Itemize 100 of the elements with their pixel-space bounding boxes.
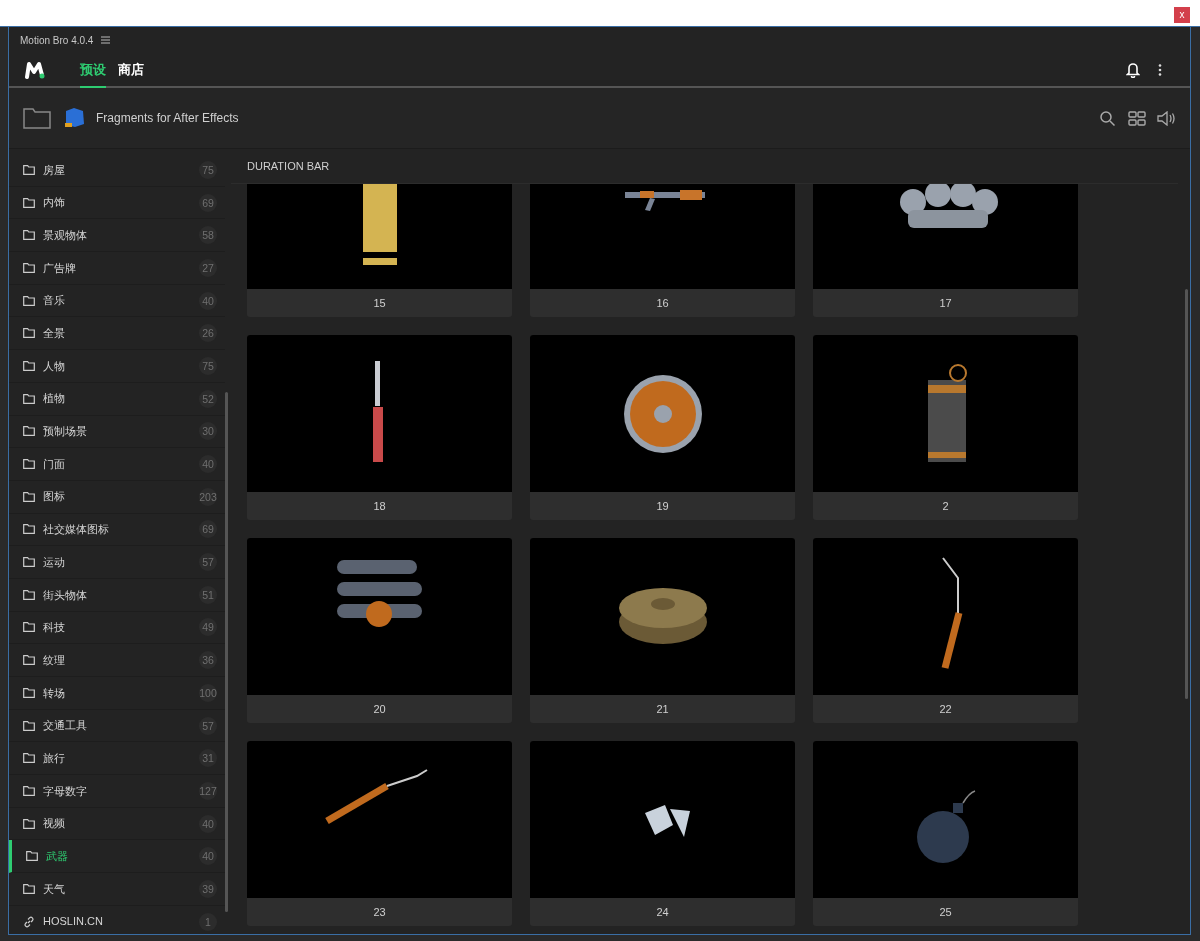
scrollbar[interactable] bbox=[1185, 289, 1188, 699]
count-badge: 31 bbox=[199, 749, 217, 768]
item-label: 字母数字 bbox=[43, 783, 87, 799]
sidebar-item[interactable]: 广告牌 27 bbox=[9, 252, 225, 285]
folder-icon bbox=[23, 785, 35, 796]
sidebar-item[interactable]: 街头物体 51 bbox=[9, 578, 225, 612]
item-label: 房屋 bbox=[43, 162, 65, 178]
sidebar-item[interactable]: 预制场景 30 bbox=[9, 415, 225, 449]
more-icon[interactable] bbox=[1158, 63, 1162, 76]
item-label: 转场 bbox=[43, 685, 65, 701]
sidebar-item[interactable]: 社交媒体图标 69 bbox=[9, 513, 225, 547]
link-icon bbox=[23, 915, 35, 928]
preset-card[interactable]: 24 bbox=[530, 741, 795, 926]
card-label: 21 bbox=[655, 702, 670, 717]
folder-icon bbox=[23, 426, 35, 437]
card-label: 16 bbox=[655, 296, 670, 311]
folder-icon bbox=[23, 295, 35, 306]
preset-card[interactable]: 16 bbox=[530, 184, 795, 317]
sidebar-item[interactable]: 纹理 36 bbox=[9, 644, 225, 677]
sidebar-item[interactable]: 字母数字 127 bbox=[9, 775, 225, 808]
sidebar-item[interactable]: 天气 39 bbox=[9, 873, 225, 906]
card-label: 22 bbox=[938, 702, 953, 717]
count-badge: 57 bbox=[199, 553, 217, 572]
item-label: 天气 bbox=[43, 881, 65, 897]
item-label: 科技 bbox=[43, 620, 65, 636]
speaker-icon[interactable] bbox=[1157, 110, 1176, 126]
preset-card[interactable]: 20 bbox=[247, 538, 512, 723]
folder-icon[interactable] bbox=[23, 107, 51, 129]
preset-card[interactable]: 17 bbox=[813, 184, 1078, 317]
sidebar-item[interactable]: 房屋 75 bbox=[9, 154, 225, 187]
folder-icon bbox=[23, 164, 35, 175]
folder-icon bbox=[23, 818, 35, 829]
count-badge: 69 bbox=[199, 193, 217, 212]
count-badge: 75 bbox=[199, 356, 217, 375]
sidebar-item[interactable]: 转场 100 bbox=[9, 677, 225, 710]
preset-card[interactable]: 25 bbox=[813, 741, 1078, 926]
count-badge: 39 bbox=[199, 879, 217, 898]
sidebar-item[interactable]: 科技 49 bbox=[9, 611, 225, 645]
preset-card[interactable]: 22 bbox=[813, 538, 1078, 723]
item-label: 交通工具 bbox=[43, 718, 87, 734]
count-badge: 51 bbox=[199, 585, 217, 604]
item-label: 运动 bbox=[43, 554, 65, 570]
preset-card[interactable]: 21 bbox=[530, 538, 795, 723]
item-label: 广告牌 bbox=[43, 260, 76, 276]
sidebar-item[interactable]: 植物 52 bbox=[9, 382, 225, 416]
item-label: 街头物体 bbox=[43, 587, 87, 603]
folder-icon bbox=[23, 557, 35, 568]
preset-card[interactable]: 19 bbox=[530, 335, 795, 520]
sidebar-item[interactable]: 门面 40 bbox=[9, 448, 225, 481]
count-badge: 49 bbox=[199, 618, 217, 637]
preset-card[interactable]: 23 bbox=[247, 741, 512, 926]
sidebar-item[interactable]: 全景 26 bbox=[9, 317, 225, 351]
item-label: 音乐 bbox=[43, 293, 65, 309]
sidebar-item[interactable]: 运动 57 bbox=[9, 546, 225, 579]
pack-title: Fragments for After Effects bbox=[96, 110, 239, 127]
folder-icon bbox=[23, 524, 35, 535]
sidebar-item[interactable]: 交通工具 57 bbox=[9, 709, 225, 743]
folder-icon bbox=[26, 851, 38, 862]
logo-icon bbox=[25, 60, 47, 79]
item-label: 全景 bbox=[43, 326, 65, 342]
bell-icon[interactable] bbox=[1126, 61, 1140, 78]
folder-icon bbox=[23, 393, 35, 404]
close-button[interactable]: x bbox=[1174, 7, 1190, 23]
menu-icon[interactable] bbox=[101, 36, 111, 44]
item-label: 植物 bbox=[43, 391, 65, 407]
search-icon[interactable] bbox=[1100, 110, 1115, 126]
folder-icon bbox=[23, 687, 35, 698]
item-label: 门面 bbox=[43, 456, 65, 472]
count-badge: 100 bbox=[199, 683, 217, 702]
preset-card[interactable]: 15 bbox=[247, 184, 512, 317]
sidebar-item[interactable]: 旅行 31 bbox=[9, 742, 225, 776]
sidebar-item[interactable]: 人物 75 bbox=[9, 350, 225, 383]
count-badge: 69 bbox=[199, 520, 217, 539]
sidebar-item[interactable]: 图标 203 bbox=[9, 480, 225, 514]
sidebar-item[interactable]: HOSLIN.CN 1 bbox=[9, 905, 225, 934]
count-badge: 40 bbox=[199, 455, 217, 474]
folder-icon bbox=[23, 622, 35, 633]
item-label: 内饰 bbox=[43, 195, 65, 211]
card-label: 25 bbox=[938, 905, 953, 920]
grid-icon[interactable] bbox=[1128, 110, 1146, 126]
item-label: 旅行 bbox=[43, 750, 65, 766]
folder-icon bbox=[23, 360, 35, 371]
count-badge: 203 bbox=[199, 487, 217, 506]
count-badge: 58 bbox=[199, 226, 217, 245]
tab[interactable]: 商店 bbox=[118, 53, 144, 88]
folder-icon bbox=[23, 459, 35, 470]
sidebar-item[interactable]: 音乐 40 bbox=[9, 284, 225, 318]
card-label: 15 bbox=[372, 296, 387, 311]
scrollbar[interactable] bbox=[225, 392, 228, 912]
card-label: 2 bbox=[941, 499, 950, 514]
item-label: 图标 bbox=[43, 489, 65, 505]
sidebar-item[interactable]: 景观物体 58 bbox=[9, 219, 225, 253]
sidebar-item[interactable]: 视频 40 bbox=[9, 807, 225, 841]
item-label: HOSLIN.CN bbox=[43, 914, 103, 930]
preset-card[interactable]: 2 bbox=[813, 335, 1078, 520]
sidebar-item[interactable]: 内饰 69 bbox=[9, 186, 225, 220]
folder-icon bbox=[23, 753, 35, 764]
item-label: 预制场景 bbox=[43, 424, 87, 440]
preset-card[interactable]: 18 bbox=[247, 335, 512, 520]
count-badge: 57 bbox=[199, 716, 217, 735]
